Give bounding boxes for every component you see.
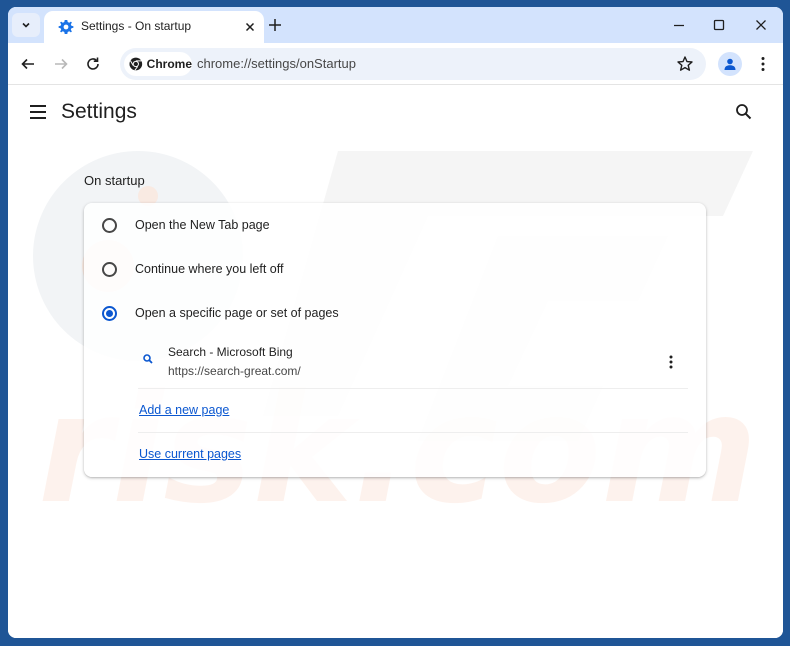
search-icon[interactable] xyxy=(734,102,754,122)
menu-hamburger-icon[interactable] xyxy=(28,103,48,121)
site-info-chip[interactable]: Chrome xyxy=(124,52,192,76)
search-favicon-icon xyxy=(143,354,153,364)
profile-avatar[interactable] xyxy=(718,52,742,76)
back-arrow-icon[interactable] xyxy=(19,55,37,73)
radio-button[interactable] xyxy=(102,262,117,277)
startup-options-card: Open the New Tab page Continue where you… xyxy=(84,203,706,477)
tab-settings[interactable]: Settings - On startup xyxy=(44,11,264,43)
maximize-icon[interactable] xyxy=(711,17,727,33)
use-current-row: Use current pages xyxy=(138,433,688,477)
option-new-tab[interactable]: Open the New Tab page xyxy=(84,203,706,247)
url-text[interactable]: chrome://settings/onStartup xyxy=(197,56,356,71)
address-bar[interactable]: Chrome chrome://settings/onStartup xyxy=(120,48,706,80)
option-label: Continue where you left off xyxy=(135,262,284,276)
section-title: On startup xyxy=(84,173,145,188)
option-label: Open a specific page or set of pages xyxy=(135,306,339,320)
chip-label: Chrome xyxy=(146,57,192,71)
chevron-down-icon xyxy=(22,22,30,28)
minimize-icon[interactable] xyxy=(671,17,687,33)
settings-page: risk.com Settings On startup Open the Ne… xyxy=(8,86,783,638)
chrome-menu-icon[interactable] xyxy=(754,55,772,73)
startup-page-entry: Search - Microsoft Bing https://search-g… xyxy=(138,339,688,389)
browser-window: Settings - On startup Chrome chrome://se… xyxy=(8,7,783,638)
startup-page-title: Search - Microsoft Bing xyxy=(168,345,293,359)
option-label: Open the New Tab page xyxy=(135,218,270,232)
forward-arrow-icon[interactable] xyxy=(52,55,70,73)
page-title: Settings xyxy=(61,100,137,123)
bookmark-star-icon[interactable] xyxy=(676,55,694,73)
tab-title: Settings - On startup xyxy=(81,19,192,33)
radio-button[interactable] xyxy=(102,218,117,233)
new-tab-icon[interactable] xyxy=(266,16,284,34)
chrome-logo-icon xyxy=(129,57,143,71)
startup-page-url: https://search-great.com/ xyxy=(168,364,301,378)
add-new-page-link[interactable]: Add a new page xyxy=(139,403,229,417)
radio-button-selected[interactable] xyxy=(102,306,117,321)
option-specific-pages[interactable]: Open a specific page or set of pages xyxy=(84,291,706,335)
tab-search-button[interactable] xyxy=(12,13,40,37)
reload-icon[interactable] xyxy=(84,55,102,73)
option-continue[interactable]: Continue where you left off xyxy=(84,247,706,291)
more-actions-icon[interactable] xyxy=(662,353,680,371)
toolbar: Chrome chrome://settings/onStartup xyxy=(8,43,783,85)
use-current-pages-link[interactable]: Use current pages xyxy=(139,447,241,461)
gear-icon xyxy=(58,20,74,34)
tab-strip: Settings - On startup xyxy=(8,7,783,43)
add-page-row: Add a new page xyxy=(138,389,688,433)
person-icon xyxy=(724,58,736,70)
close-tab-icon[interactable] xyxy=(243,20,257,34)
close-window-icon[interactable] xyxy=(753,17,769,33)
